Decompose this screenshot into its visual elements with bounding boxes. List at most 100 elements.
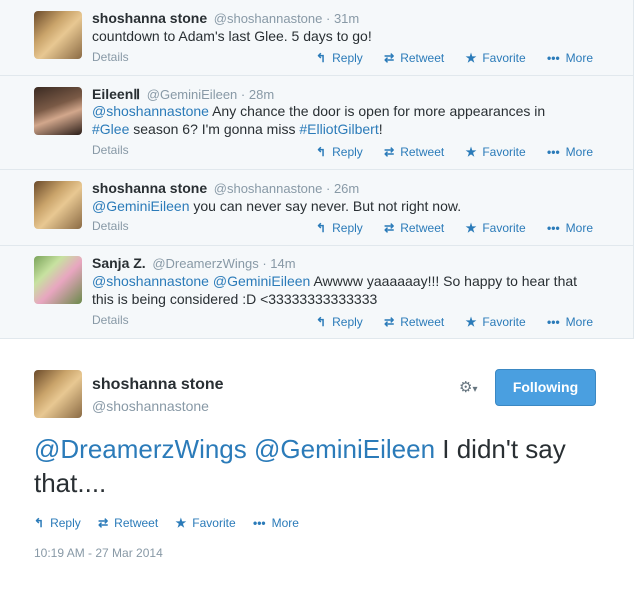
- avatar[interactable]: [34, 181, 82, 229]
- screen-name[interactable]: @DreamerzWings: [152, 256, 258, 271]
- reply-button[interactable]: ↰ Reply: [316, 51, 363, 65]
- retweet-label: Retweet: [400, 145, 445, 159]
- main-tweet: shoshanna stone @shoshannastone ⚙▾ Follo…: [0, 340, 635, 593]
- reply-arrow-icon: ↰: [316, 221, 327, 235]
- favorite-button[interactable]: ★ Favorite: [176, 516, 236, 530]
- reply-label: Reply: [332, 51, 363, 65]
- more-button[interactable]: ••• More: [253, 516, 299, 530]
- tweet-header: EileenⅡ @GeminiEileen · 28m: [92, 86, 274, 103]
- conversation-tweet[interactable]: Sanja Z. @DreamerzWings · 14m @shoshanna…: [0, 246, 633, 339]
- reply-button[interactable]: ↰ Reply: [316, 145, 363, 159]
- separator-dot: ·: [326, 11, 334, 26]
- favorite-label: Favorite: [482, 221, 526, 235]
- screen-name[interactable]: @GeminiEileen: [147, 87, 238, 102]
- screen-name[interactable]: @shoshannastone: [214, 181, 323, 196]
- tweet-link[interactable]: #Glee: [92, 121, 129, 137]
- tweet-text-segment: countdown to Adam's last Glee. 5 days to…: [92, 28, 372, 44]
- user-name[interactable]: Sanja Z.: [92, 255, 146, 271]
- more-button[interactable]: ••• More: [547, 315, 593, 329]
- following-button[interactable]: Following: [495, 369, 596, 406]
- conversation-thread: shoshanna stone @shoshannastone · 31m co…: [0, 0, 634, 339]
- retweet-icon: ⇄: [384, 315, 395, 329]
- ellipsis-icon: •••: [547, 221, 560, 235]
- tweet-text: @shoshannastone @GeminiEileen Awwww yaaa…: [92, 272, 592, 308]
- reply-button[interactable]: ↰ Reply: [316, 221, 363, 235]
- details-link[interactable]: Details: [92, 50, 129, 64]
- user-actions-menu[interactable]: ⚙▾: [459, 378, 477, 396]
- avatar[interactable]: [34, 370, 82, 418]
- star-icon: ★: [465, 145, 477, 159]
- tweet-time[interactable]: 31m: [334, 11, 359, 26]
- tweet-time[interactable]: 14m: [270, 256, 295, 271]
- avatar[interactable]: [34, 87, 82, 135]
- ellipsis-icon: •••: [547, 145, 560, 159]
- tweet-text-segment: Any chance the door is open for more app…: [208, 103, 546, 119]
- screen-name[interactable]: @shoshannastone: [92, 398, 209, 414]
- tweet-timestamp[interactable]: 10:19 AM - 27 Mar 2014: [34, 546, 163, 560]
- tweet-link[interactable]: @shoshannastone: [92, 273, 209, 289]
- tweet-time[interactable]: 26m: [334, 181, 359, 196]
- ellipsis-icon: •••: [253, 516, 266, 530]
- tweet-link[interactable]: #ElliotGilbert: [299, 121, 378, 137]
- more-button[interactable]: ••• More: [547, 51, 593, 65]
- reply-arrow-icon: ↰: [34, 516, 45, 530]
- favorite-button[interactable]: ★ Favorite: [466, 221, 526, 235]
- user-name[interactable]: shoshanna stone: [92, 376, 224, 394]
- favorite-label: Favorite: [482, 51, 526, 65]
- tweet-link[interactable]: @shoshannastone: [92, 103, 209, 119]
- user-name[interactable]: shoshanna stone: [92, 10, 207, 26]
- screen-name[interactable]: @shoshannastone: [214, 11, 323, 26]
- tweet-actions: ↰ Reply ⇄ Retweet ★ Favorite ••• More: [34, 516, 313, 530]
- tweet-link[interactable]: @GeminiEileen: [213, 273, 310, 289]
- tweet-header: Sanja Z. @DreamerzWings · 14m: [92, 255, 296, 271]
- tweet-text: @shoshannastone Any chance the door is o…: [92, 102, 572, 138]
- retweet-button[interactable]: ⇄ Retweet: [384, 51, 444, 65]
- avatar[interactable]: [34, 256, 82, 304]
- tweet-header: shoshanna stone @shoshannastone · 31m: [92, 10, 359, 26]
- retweet-button[interactable]: ⇄ Retweet: [384, 315, 444, 329]
- conversation-tweet[interactable]: EileenⅡ @GeminiEileen · 28m @shoshannast…: [0, 76, 633, 170]
- reply-label: Reply: [50, 516, 81, 530]
- mention-link[interactable]: @DreamerzWings: [34, 434, 247, 464]
- details-link[interactable]: Details: [92, 219, 129, 233]
- retweet-icon: ⇄: [384, 51, 395, 65]
- user-name[interactable]: EileenⅡ: [92, 86, 140, 102]
- conversation-tweet[interactable]: shoshanna stone @shoshannastone · 26m @G…: [0, 170, 633, 246]
- retweet-icon: ⇄: [384, 145, 395, 159]
- ellipsis-icon: •••: [547, 315, 560, 329]
- details-link[interactable]: Details: [92, 313, 129, 327]
- main-tweet-text: @DreamerzWings @GeminiEileen I didn't sa…: [34, 432, 594, 500]
- retweet-button[interactable]: ⇄ Retweet: [384, 221, 444, 235]
- details-link[interactable]: Details: [92, 143, 129, 157]
- mention-link[interactable]: @GeminiEileen: [254, 434, 435, 464]
- tweet-time[interactable]: 28m: [249, 87, 274, 102]
- tweet-text-segment: you can never say never. But not right n…: [189, 198, 462, 214]
- reply-button[interactable]: ↰ Reply: [316, 315, 363, 329]
- more-label: More: [565, 221, 593, 235]
- retweet-icon: ⇄: [384, 221, 395, 235]
- reply-arrow-icon: ↰: [316, 51, 327, 65]
- more-button[interactable]: ••• More: [547, 145, 593, 159]
- user-name[interactable]: shoshanna stone: [92, 180, 207, 196]
- reply-button[interactable]: ↰ Reply: [34, 516, 81, 530]
- favorite-button[interactable]: ★ Favorite: [466, 315, 526, 329]
- tweet-link[interactable]: @GeminiEileen: [92, 198, 189, 214]
- retweet-button[interactable]: ⇄ Retweet: [384, 145, 444, 159]
- star-icon: ★: [175, 516, 187, 530]
- reply-label: Reply: [332, 315, 363, 329]
- star-icon: ★: [465, 51, 477, 65]
- more-label: More: [271, 516, 299, 530]
- more-button[interactable]: ••• More: [547, 221, 593, 235]
- avatar[interactable]: [34, 11, 82, 59]
- star-icon: ★: [465, 315, 477, 329]
- tweet-text: countdown to Adam's last Glee. 5 days to…: [92, 27, 592, 45]
- retweet-button[interactable]: ⇄ Retweet: [98, 516, 158, 530]
- ellipsis-icon: •••: [547, 51, 560, 65]
- conversation-tweet[interactable]: shoshanna stone @shoshannastone · 31m co…: [0, 0, 633, 76]
- retweet-label: Retweet: [114, 516, 159, 530]
- tweet-actions: ↰ Reply ⇄ Retweet ★ Favorite ••• More: [298, 315, 593, 329]
- favorite-label: Favorite: [192, 516, 236, 530]
- more-label: More: [565, 145, 593, 159]
- favorite-button[interactable]: ★ Favorite: [466, 51, 526, 65]
- favorite-button[interactable]: ★ Favorite: [466, 145, 526, 159]
